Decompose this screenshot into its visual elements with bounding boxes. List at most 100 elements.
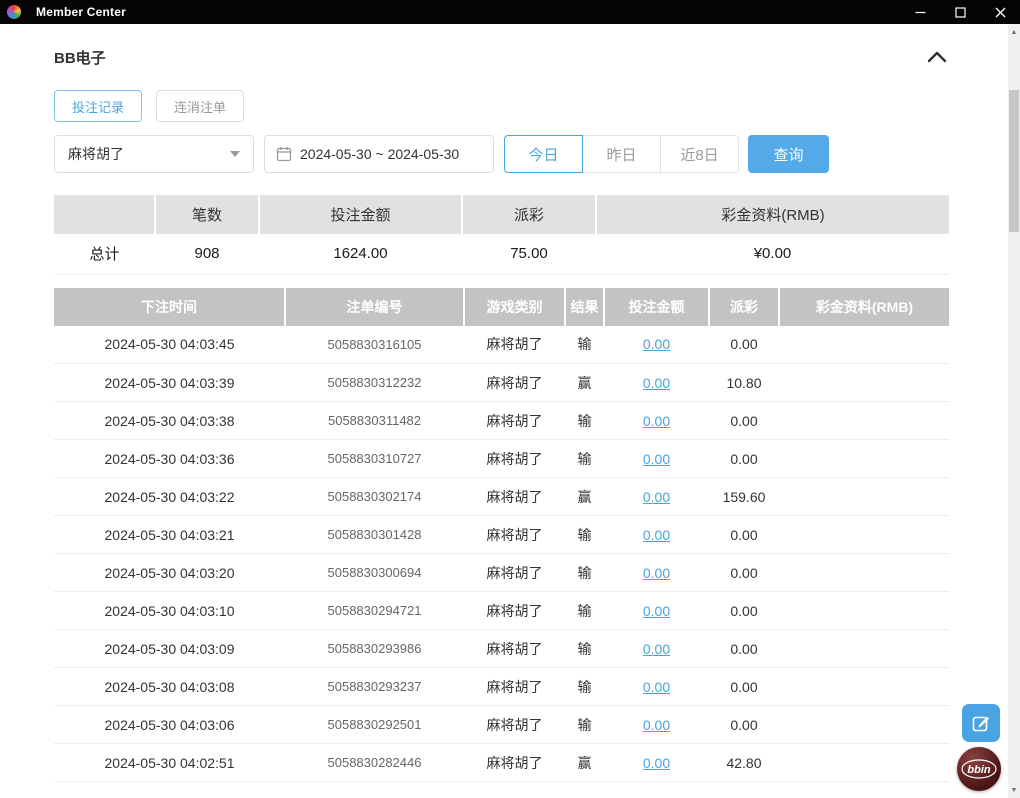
bet-time-cell: 2024-05-30 04:03:06	[54, 705, 285, 744]
game-select[interactable]: 麻将胡了	[54, 135, 254, 173]
payout-cell: 0.00	[709, 591, 779, 630]
table-row: 2024-05-30 04:03:22 5058830302174 麻将胡了赢 0.0…	[54, 477, 949, 516]
table-row: 2024-05-30 04:03:06 5058830292501 麻将胡了输 0.0…	[54, 705, 949, 744]
date-range-value: 2024-05-30 ~ 2024-05-30	[300, 146, 460, 162]
header-bet-time: 下注时间	[54, 287, 286, 326]
summary-header-count: 笔数	[155, 195, 260, 234]
bet-amount-link[interactable]: 0.00	[643, 527, 670, 543]
header-result: 结果	[565, 287, 605, 326]
maximize-icon	[954, 6, 966, 18]
summary-count-value: 908	[155, 234, 259, 275]
quick-filter-yesterday[interactable]: 昨日	[582, 135, 661, 173]
bet-time-cell: 2024-05-30 04:03:09	[54, 629, 285, 668]
order-id-cell: 5058830292501	[285, 705, 464, 744]
bet-amount-link[interactable]: 0.00	[643, 565, 670, 581]
game-type-cell: 麻将胡了	[464, 743, 565, 782]
game-type-cell: 麻将胡了	[464, 401, 565, 440]
payout-cell: 0.00	[709, 667, 779, 706]
bbin-logo-button[interactable]: bbin	[957, 747, 1001, 791]
payout-cell: 0.00	[709, 705, 779, 744]
bet-amount-link[interactable]: 0.00	[643, 451, 670, 467]
game-type-cell: 麻将胡了	[464, 325, 565, 364]
order-id-cell: 5058830294721	[285, 591, 464, 630]
scrollbar-up-arrow-icon[interactable]: ▲	[1008, 24, 1020, 40]
bbin-logo-icon: bbin	[961, 759, 997, 779]
tab-cancelled-orders[interactable]: 连消注单	[156, 90, 245, 122]
summary-total-row: 总计 908 1624.00 75.00 ¥0.00	[54, 234, 949, 275]
bet-time-cell: 2024-05-30 04:03:36	[54, 439, 285, 478]
scrollbar-down-arrow-icon[interactable]: ▼	[1008, 782, 1020, 798]
bet-time-cell: 2024-05-30 04:03:38	[54, 401, 285, 440]
section-header: BB电子	[54, 46, 949, 68]
bet-amount-cell: 0.00	[604, 515, 709, 554]
bet-time-cell: 2024-05-30 04:03:39	[54, 363, 285, 402]
quick-filter-group: 今日 昨日 近8日	[504, 135, 739, 173]
bet-amount-cell: 0.00	[604, 363, 709, 402]
table-row: 2024-05-30 04:03:08 5058830293237 麻将胡了输 0.0…	[54, 667, 949, 706]
quick-filter-today[interactable]: 今日	[504, 135, 583, 173]
edit-pencil-icon	[972, 716, 989, 732]
minimize-button[interactable]	[900, 0, 940, 24]
bet-time-cell: 2024-05-30 04:03:20	[54, 553, 285, 592]
section-title: BB电子	[54, 49, 106, 67]
header-bonus: 彩金资料(RMB)	[779, 287, 949, 326]
bet-table-body: 2024-05-30 04:03:45 5058830316105 麻将胡了输 0.0…	[54, 325, 949, 782]
chevron-down-icon	[230, 151, 240, 157]
bet-amount-link[interactable]: 0.00	[643, 717, 670, 733]
quick-filter-last8days[interactable]: 近8日	[660, 135, 739, 173]
result-cell: 赢	[565, 477, 604, 516]
table-row: 2024-05-30 04:03:09 5058830293986 麻将胡了输 0.0…	[54, 629, 949, 668]
tab-bet-records[interactable]: 投注记录	[54, 90, 143, 122]
result-cell: 输	[565, 325, 604, 364]
result-cell: 输	[565, 439, 604, 478]
scrollbar-thumb[interactable]	[1009, 90, 1019, 232]
calendar-icon	[276, 147, 292, 162]
payout-cell: 0.00	[709, 553, 779, 592]
order-id-cell: 5058830312232	[285, 363, 464, 402]
close-button[interactable]	[980, 0, 1020, 24]
order-id-cell: 5058830311482	[285, 401, 464, 440]
date-range-picker[interactable]: 2024-05-30 ~ 2024-05-30	[264, 135, 494, 173]
header-order-id: 注单编号	[285, 287, 465, 326]
bet-amount-cell: 0.00	[604, 325, 709, 364]
bet-amount-link[interactable]: 0.00	[643, 679, 670, 695]
bonus-cell	[779, 363, 949, 402]
bet-amount-link[interactable]: 0.00	[643, 603, 670, 619]
order-id-cell: 5058830316105	[285, 325, 464, 364]
game-type-cell: 麻将胡了	[464, 363, 565, 402]
bet-amount-link[interactable]: 0.00	[643, 641, 670, 657]
collapse-button[interactable]	[925, 49, 949, 65]
bet-amount-link[interactable]: 0.00	[643, 755, 670, 771]
result-cell: 输	[565, 629, 604, 668]
bet-amount-link[interactable]: 0.00	[643, 375, 670, 391]
table-row: 2024-05-30 04:03:21 5058830301428 麻将胡了输 0.0…	[54, 515, 949, 554]
bet-records-table: 下注时间 注单编号 游戏类别 结果 投注金额 派彩 彩金资料(RMB) 2024…	[54, 287, 949, 782]
search-button[interactable]: 查询	[748, 135, 829, 173]
bet-time-cell: 2024-05-30 04:03:10	[54, 591, 285, 630]
close-icon	[995, 7, 1005, 17]
game-type-cell: 麻将胡了	[464, 705, 565, 744]
result-cell: 输	[565, 705, 604, 744]
game-type-cell: 麻将胡了	[464, 515, 565, 554]
vertical-scrollbar[interactable]: ▲ ▼	[1008, 24, 1020, 798]
minimize-icon	[915, 11, 925, 13]
result-cell: 输	[565, 591, 604, 630]
game-type-cell: 麻将胡了	[464, 477, 565, 516]
header-payout: 派彩	[709, 287, 780, 326]
order-id-cell: 5058830282446	[285, 743, 464, 782]
bet-amount-link[interactable]: 0.00	[643, 336, 670, 352]
summary-total-label: 总计	[54, 234, 155, 275]
bet-amount-link[interactable]: 0.00	[643, 489, 670, 505]
table-row: 2024-05-30 04:03:36 5058830310727 麻将胡了输 0.0…	[54, 439, 949, 478]
bet-time-cell: 2024-05-30 04:03:21	[54, 515, 285, 554]
bet-amount-link[interactable]: 0.00	[643, 413, 670, 429]
bonus-cell	[779, 439, 949, 478]
result-cell: 赢	[565, 363, 604, 402]
order-id-cell: 5058830310727	[285, 439, 464, 478]
bet-amount-cell: 0.00	[604, 439, 709, 478]
result-cell: 输	[565, 401, 604, 440]
payout-cell: 0.00	[709, 629, 779, 668]
feedback-edit-button[interactable]	[962, 704, 1000, 742]
maximize-button[interactable]	[940, 0, 980, 24]
game-type-cell: 麻将胡了	[464, 439, 565, 478]
